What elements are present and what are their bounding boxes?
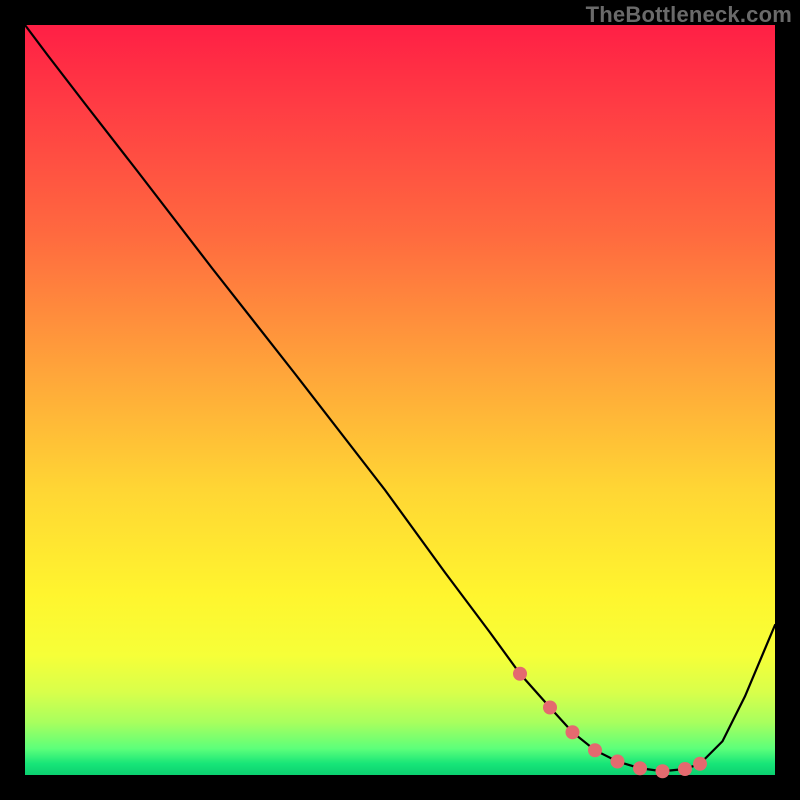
optimal-marker	[513, 667, 527, 681]
bottleneck-chart	[0, 0, 800, 800]
optimal-marker	[588, 743, 602, 757]
optimal-marker	[656, 764, 670, 778]
optimal-marker	[678, 762, 692, 776]
plot-background	[25, 25, 775, 775]
optimal-marker	[543, 701, 557, 715]
optimal-marker	[611, 755, 625, 769]
watermark-text: TheBottleneck.com	[586, 2, 792, 28]
optimal-marker	[693, 757, 707, 771]
optimal-marker	[633, 761, 647, 775]
optimal-marker	[566, 725, 580, 739]
chart-stage: TheBottleneck.com	[0, 0, 800, 800]
